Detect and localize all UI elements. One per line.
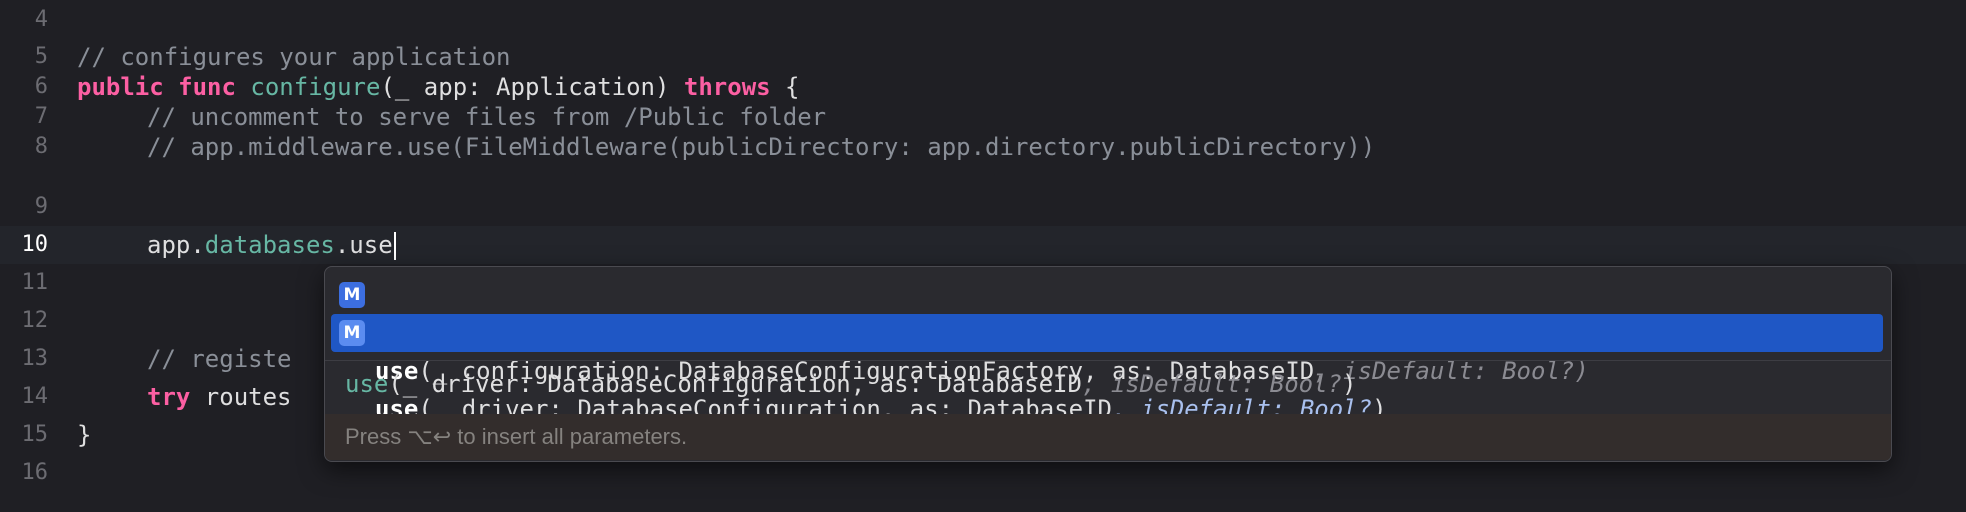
- line-number: 10: [21, 232, 49, 257]
- comment: // uncomment to serve files from /Public…: [147, 103, 827, 131]
- comment: // registe: [147, 345, 292, 373]
- line-number: 11: [21, 270, 49, 295]
- insert-parameters-hint: Press ⌥↩ to insert all parameters.: [325, 414, 1891, 460]
- closing-brace: }: [77, 421, 92, 449]
- typed-member: .use: [334, 231, 393, 259]
- code-line: 4: [0, 1, 1966, 39]
- line-number: 8: [34, 134, 48, 159]
- popup-divider: [325, 360, 1891, 361]
- code-line: 8 // app.middleware.use(FileMiddleware(p…: [0, 128, 1966, 166]
- comment: // configures your application: [77, 43, 511, 71]
- function-name: configure: [250, 73, 381, 101]
- code-editor[interactable]: 4 5 // configures your application 6 pub…: [0, 0, 1966, 512]
- keyword: throws: [683, 73, 771, 101]
- code-text: // app.middleware.use(FileMiddleware(pub…: [147, 128, 1375, 166]
- current-code-line: 10 app.databases.use: [0, 226, 1966, 264]
- keyword: func: [178, 73, 236, 101]
- paren: ): [655, 73, 684, 101]
- line-number: 4: [34, 7, 48, 32]
- line-number: 14: [21, 384, 49, 409]
- text-cursor: [393, 232, 396, 260]
- property-name: databases: [204, 231, 335, 259]
- line-number: 13: [21, 346, 49, 371]
- completion-item[interactable]: M use(_ configuration: DatabaseConfigura…: [331, 276, 1883, 385]
- code-text: }: [77, 416, 91, 454]
- line-number: 16: [21, 460, 49, 485]
- comment: // app.middleware.use(FileMiddleware(pub…: [147, 133, 1376, 161]
- brace: {: [770, 73, 800, 101]
- object-name: app.: [147, 231, 205, 259]
- code-text: app.databases.use: [147, 226, 396, 264]
- method-icon: M: [339, 320, 365, 346]
- code-text: // registe: [147, 340, 292, 378]
- code-line: 9: [0, 188, 1966, 226]
- code-fragment: routes: [190, 383, 292, 411]
- code-completion-popup[interactable]: M use(_ configuration: DatabaseConfigura…: [324, 266, 1892, 462]
- line-number: 15: [21, 422, 49, 447]
- code-text: try routes: [147, 378, 292, 416]
- line-number: 12: [21, 308, 49, 333]
- line-number: 9: [34, 194, 48, 219]
- completion-detail: use(_ driver: DatabaseConfiguration, as:…: [345, 370, 1357, 398]
- type-name: Application: [496, 73, 655, 101]
- completion-item-selected[interactable]: M use(_ driver: DatabaseConfiguration, a…: [331, 314, 1883, 423]
- method-icon: M: [339, 282, 365, 308]
- keyword: public: [77, 73, 164, 101]
- keyword: try: [147, 383, 191, 411]
- params: (_ app:: [380, 73, 497, 101]
